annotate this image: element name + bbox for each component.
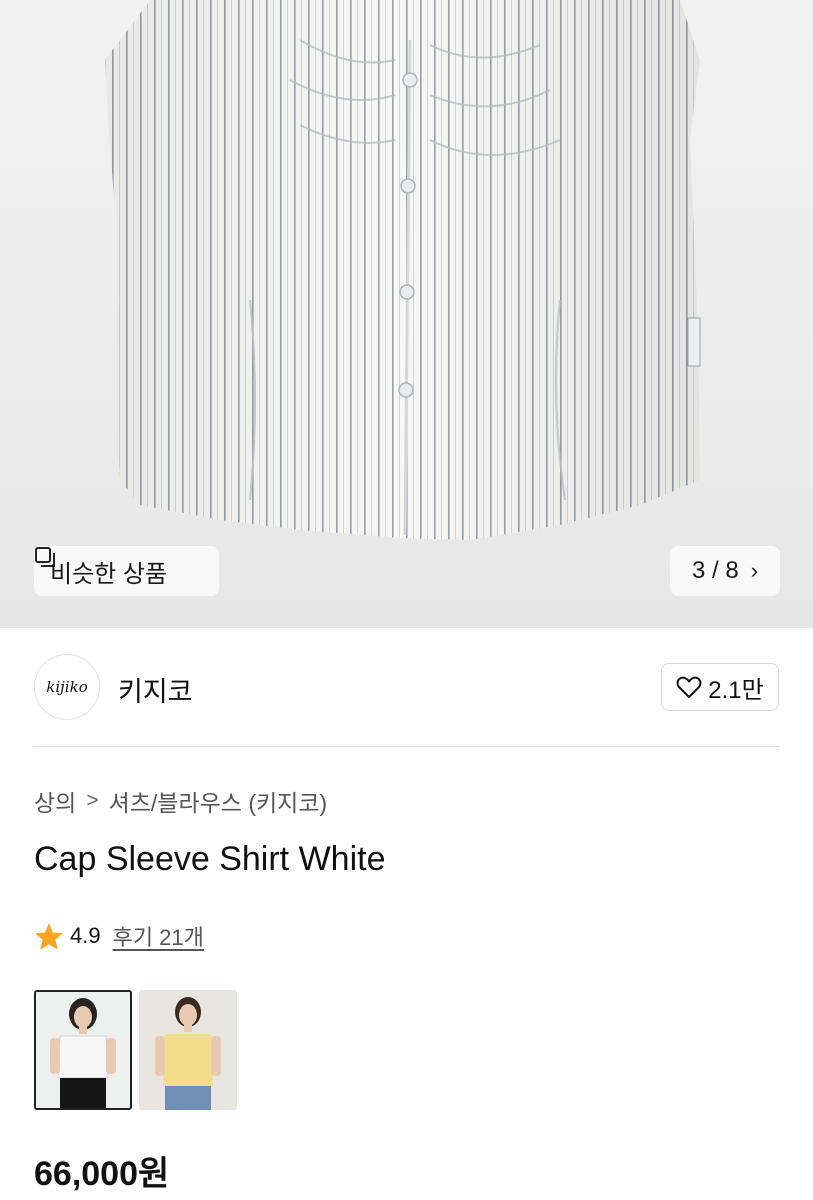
product-photo-shirt (105, 0, 701, 540)
brand-name[interactable]: 키지코 (118, 670, 193, 709)
color-option-yellow[interactable] (139, 990, 237, 1110)
breadcrumb-subcategory[interactable]: 셔츠/블라우스 (키지코) (109, 784, 328, 818)
brand-row: kijiko 키지코 2.1만 (0, 628, 813, 746)
breadcrumb-category[interactable]: 상의 (34, 784, 76, 818)
chevron-right-icon: > (86, 789, 99, 812)
similar-items-button[interactable]: 비슷한 상품 (34, 546, 219, 596)
color-option-white[interactable] (34, 990, 132, 1110)
image-counter: 3 / 8 (691, 557, 739, 584)
model-photo-white (36, 992, 130, 1108)
star-icon (35, 922, 63, 950)
image-counter-button[interactable]: 3 / 8 › (670, 546, 780, 596)
like-count: 2.1만 (708, 676, 764, 704)
product-title: Cap Sleeve Shirt White (34, 840, 386, 878)
similar-items-icon (35, 547, 55, 567)
chevron-right-icon: › (750, 558, 759, 583)
model-photo-yellow (139, 990, 237, 1110)
product-image-carousel[interactable]: 비슷한 상품 3 / 8 › (0, 0, 813, 628)
brand-logo[interactable]: kijiko (34, 654, 100, 720)
similar-items-label: 비슷한 상품 (50, 560, 168, 588)
brand-logo-text: kijiko (46, 678, 88, 696)
rating-score: 4.9 (70, 923, 101, 948)
breadcrumb: 상의 > 셔츠/블라우스 (키지코) (34, 784, 327, 818)
heart-outline-icon (676, 676, 702, 698)
like-button[interactable]: 2.1만 (661, 663, 779, 711)
product-price: 66,000원 (34, 1155, 170, 1193)
reviews-link[interactable]: 후기 21개 (113, 920, 204, 952)
divider (34, 746, 780, 747)
rating-row: 4.9 후기 21개 (34, 920, 204, 952)
